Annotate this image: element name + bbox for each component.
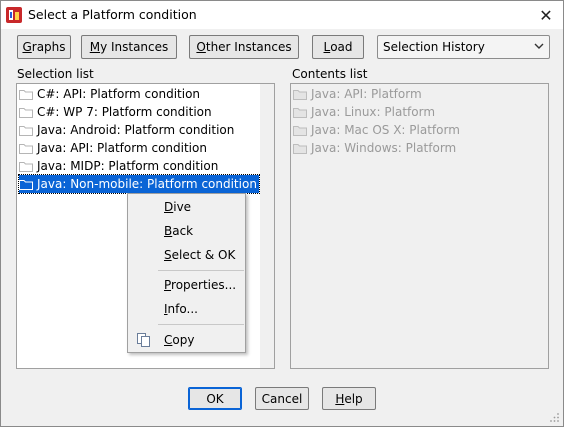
- folder-icon: [19, 107, 33, 118]
- contents-list[interactable]: Java: API: Platform Java: Linux: Platfor…: [290, 83, 549, 369]
- cancel-button[interactable]: Cancel: [255, 387, 309, 410]
- help-button[interactable]: Help: [322, 387, 376, 410]
- resize-grip-icon[interactable]: [550, 413, 560, 423]
- my-instances-button[interactable]: My Instances: [81, 35, 177, 59]
- selection-list-scrollbar[interactable]: [260, 84, 274, 368]
- title-bar[interactable]: Select a Platform condition ✕: [1, 1, 563, 29]
- load-button[interactable]: Load: [312, 35, 364, 59]
- list-item[interactable]: Java: MIDP: Platform condition: [19, 157, 218, 175]
- list-item: Java: API: Platform: [293, 85, 422, 103]
- list-item[interactable]: C#: WP 7: Platform condition: [19, 103, 212, 121]
- folder-icon: [19, 161, 33, 172]
- menu-item-info[interactable]: Info...: [164, 302, 198, 316]
- selection-list-label: Selection list: [17, 67, 94, 81]
- window-title: Select a Platform condition: [28, 7, 197, 22]
- list-item: Java: Windows: Platform: [293, 139, 456, 157]
- selection-history-value: Selection History: [383, 40, 485, 54]
- list-item[interactable]: C#: API: Platform condition: [19, 85, 200, 103]
- menu-item-dive[interactable]: Dive: [164, 200, 191, 214]
- folder-icon: [19, 89, 33, 100]
- menu-item-select-ok[interactable]: Select & OK: [164, 248, 235, 262]
- menu-separator: [158, 324, 244, 325]
- menu-item-back[interactable]: Back: [164, 224, 193, 238]
- dialog-window: Select a Platform condition ✕ Graphs My …: [0, 0, 564, 427]
- copy-icon: [137, 333, 150, 347]
- menu-item-copy[interactable]: Copy: [164, 333, 194, 347]
- list-item: Java: Mac OS X: Platform: [293, 121, 460, 139]
- list-item[interactable]: Java: Android: Platform condition: [19, 121, 234, 139]
- ok-button[interactable]: OK: [188, 387, 242, 410]
- folder-icon: [293, 89, 307, 100]
- folder-icon: [19, 179, 33, 190]
- chevron-down-icon: [533, 39, 545, 56]
- app-logo-icon: [6, 7, 22, 23]
- folder-icon: [293, 143, 307, 154]
- contents-list-label: Contents list: [292, 67, 368, 81]
- menu-item-properties[interactable]: Properties...: [164, 278, 236, 292]
- folder-icon: [293, 107, 307, 118]
- selection-history-dropdown[interactable]: Selection History: [377, 35, 550, 59]
- graphs-button[interactable]: Graphs: [17, 35, 71, 59]
- context-menu: Dive Back Select & OK Properties... Info…: [127, 193, 246, 353]
- close-button[interactable]: ✕: [535, 4, 557, 26]
- other-instances-button[interactable]: Other Instances: [189, 35, 299, 59]
- contents-list-scrollbar[interactable]: [534, 84, 548, 368]
- folder-icon: [19, 143, 33, 154]
- list-item: Java: Linux: Platform: [293, 103, 435, 121]
- list-item-selected[interactable]: Java: Non-mobile: Platform condition: [18, 174, 260, 194]
- folder-icon: [19, 125, 33, 136]
- folder-icon: [293, 125, 307, 136]
- close-icon: ✕: [539, 5, 553, 25]
- list-item[interactable]: Java: API: Platform condition: [19, 139, 207, 157]
- menu-separator: [158, 270, 244, 271]
